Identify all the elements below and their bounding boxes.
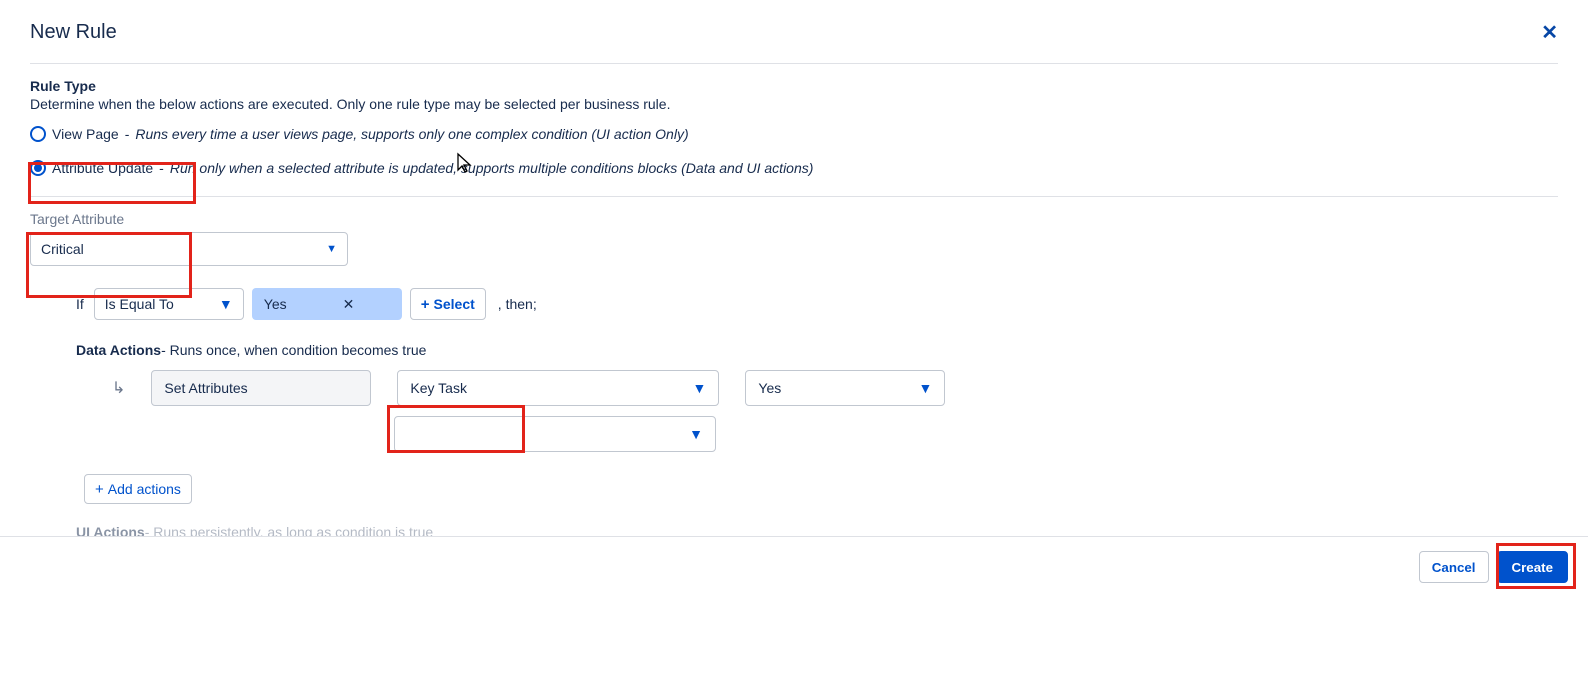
radio-view-page[interactable]: View Page - Runs every time a user views… — [30, 124, 1558, 144]
data-actions-section: Data Actions- Runs once, when condition … — [76, 342, 1558, 536]
modal-header: New Rule ✕ — [30, 20, 1558, 64]
operator-select[interactable]: Is Equal To ▼ — [94, 288, 244, 320]
plus-icon: + — [421, 296, 430, 313]
sub-arrow-icon: ↳ — [112, 378, 125, 398]
action-attribute-select[interactable]: Key Task ▼ — [397, 370, 719, 406]
chevron-down-icon: ▼ — [326, 243, 337, 255]
add-actions-label: Add actions — [108, 481, 181, 497]
create-button[interactable]: Create — [1497, 551, 1569, 583]
select-button[interactable]: + Select — [410, 288, 486, 320]
radio-icon — [30, 160, 46, 176]
rule-type-description: Determine when the below actions are exe… — [30, 96, 1558, 112]
action-type-field[interactable]: Set Attributes — [151, 370, 371, 406]
condition-value-tag[interactable]: Yes ✕ — [252, 288, 402, 320]
action-attribute-select-2[interactable]: ▼ — [394, 416, 716, 452]
operator-value: Is Equal To — [105, 296, 174, 312]
ui-actions-title-row: UI Actions- Runs persistently, as long a… — [76, 524, 1558, 536]
radio-selected-dot — [34, 164, 42, 172]
rule-type-heading: Rule Type — [30, 78, 1558, 94]
chevron-down-icon: ▼ — [919, 380, 933, 396]
select-button-label: Select — [434, 296, 475, 312]
data-actions-desc: - Runs once, when condition becomes true — [161, 342, 426, 358]
add-actions-button[interactable]: + Add actions — [84, 474, 192, 504]
action-value: Yes — [758, 380, 781, 396]
target-attribute-select[interactable]: Critical ▼ — [30, 232, 348, 266]
ui-actions-desc: - Runs persistently, as long as conditio… — [145, 524, 433, 536]
data-actions-title: Data Actions — [76, 342, 161, 358]
radio-label: View Page — [52, 126, 119, 142]
cancel-button[interactable]: Cancel — [1419, 551, 1489, 583]
target-attribute-value: Critical — [41, 241, 84, 257]
remove-tag-icon[interactable]: ✕ — [343, 296, 355, 313]
close-icon[interactable]: ✕ — [1541, 20, 1558, 45]
then-label: , then; — [498, 296, 537, 312]
chevron-down-icon: ▼ — [219, 296, 233, 312]
radio-icon — [30, 126, 46, 142]
condition-block: If Is Equal To ▼ Yes ✕ + Select , then; … — [30, 266, 1558, 536]
target-attribute-block: Target Attribute Critical ▼ — [30, 197, 1558, 266]
radio-desc: Run only when a selected attribute is up… — [170, 160, 814, 176]
action-attribute-value: Key Task — [410, 380, 467, 396]
chevron-down-icon: ▼ — [689, 426, 703, 442]
radio-label: Attribute Update — [52, 160, 153, 176]
action-value-select[interactable]: Yes ▼ — [745, 370, 945, 406]
condition-value: Yes — [264, 296, 287, 312]
if-label: If — [76, 296, 84, 312]
rule-type-section: Rule Type Determine when the below actio… — [30, 64, 1558, 197]
action-row: ↳ Set Attributes Key Task ▼ Yes ▼ — [76, 370, 1558, 406]
radio-desc: Runs every time a user views page, suppo… — [135, 126, 688, 142]
plus-icon: + — [95, 481, 104, 498]
radio-attribute-update[interactable]: Attribute Update - Run only when a selec… — [30, 158, 1558, 178]
ui-actions-title: UI Actions — [76, 524, 145, 536]
data-actions-title-row: Data Actions- Runs once, when condition … — [76, 342, 1558, 358]
modal-title: New Rule — [30, 21, 117, 44]
secondary-attribute-row: ▼ — [76, 416, 1558, 452]
action-type-value: Set Attributes — [164, 380, 247, 396]
chevron-down-icon: ▼ — [693, 380, 707, 396]
target-attribute-label: Target Attribute — [30, 211, 1558, 227]
modal-footer: Cancel Create — [0, 536, 1588, 597]
condition-row: If Is Equal To ▼ Yes ✕ + Select , then; — [76, 288, 1558, 320]
